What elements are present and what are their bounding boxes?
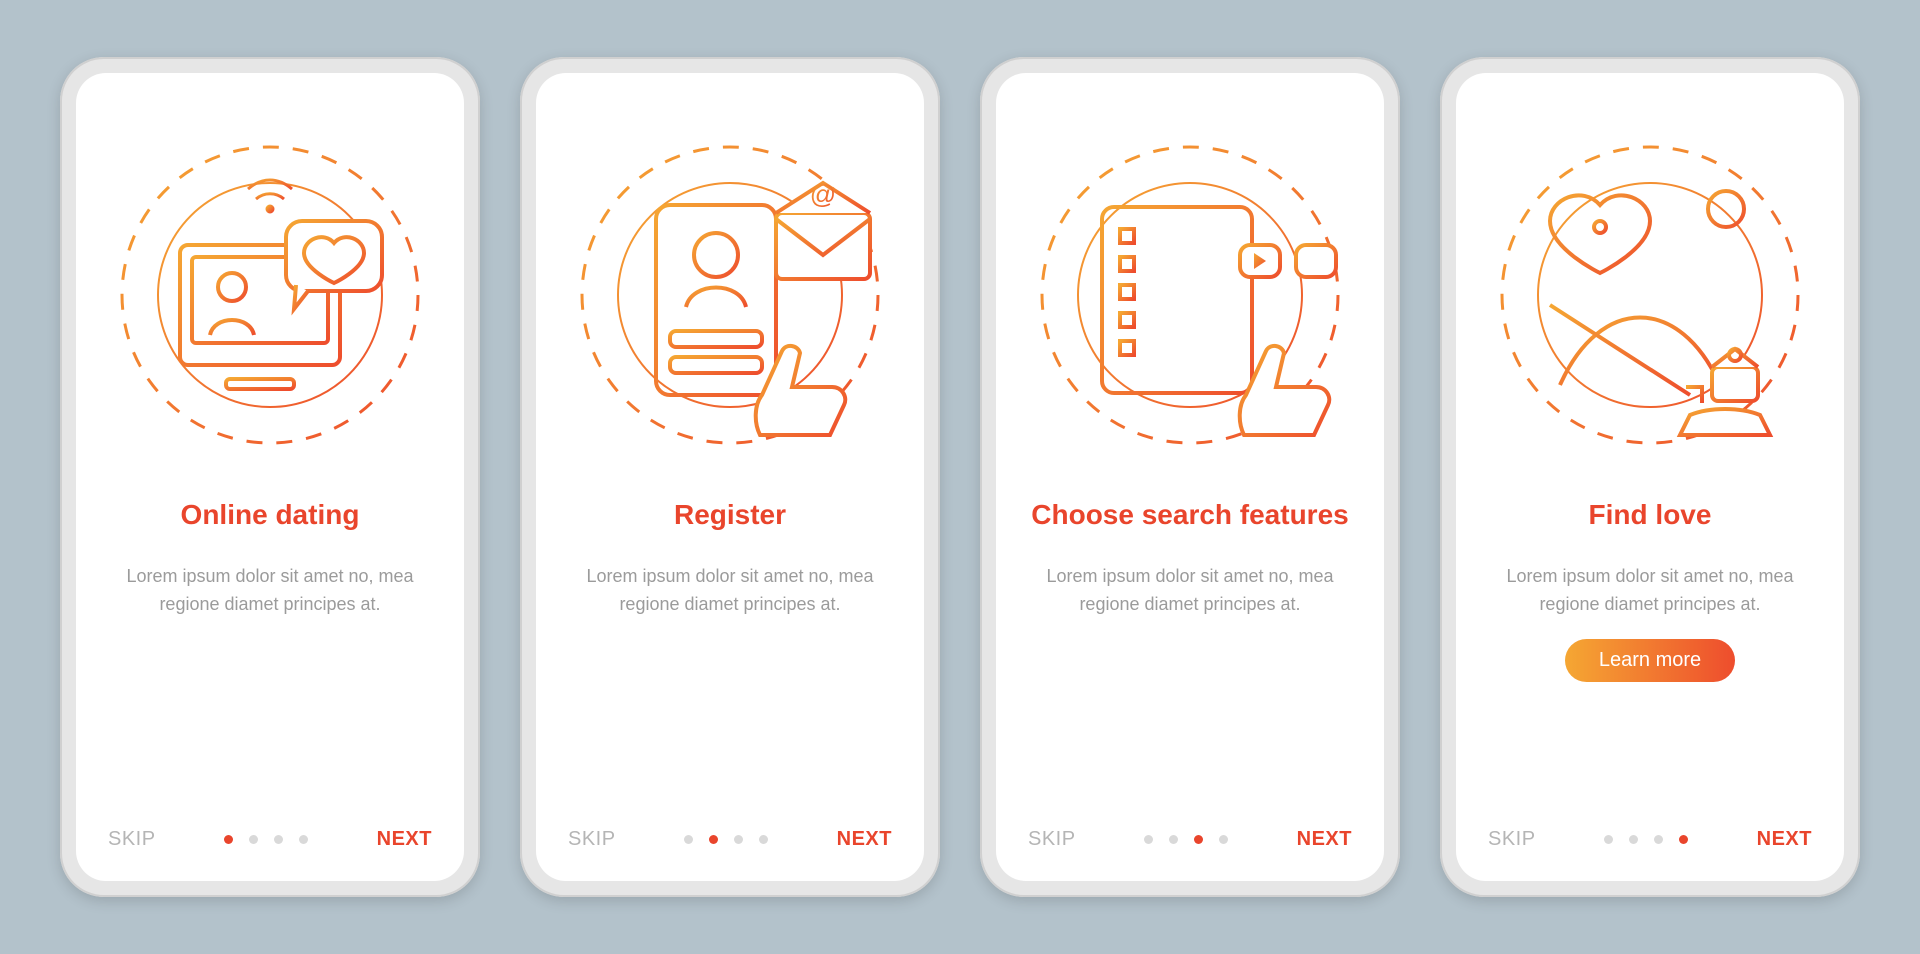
dot[interactable] bbox=[249, 835, 258, 844]
phone-frame: Choose search features Lorem ipsum dolor… bbox=[980, 57, 1400, 897]
page-dots bbox=[1144, 835, 1228, 844]
next-button[interactable]: NEXT bbox=[1757, 828, 1812, 851]
skip-button[interactable]: SKIP bbox=[108, 828, 156, 851]
skip-button[interactable]: SKIP bbox=[1488, 828, 1536, 851]
online-dating-icon bbox=[110, 135, 430, 455]
skip-button[interactable]: SKIP bbox=[1028, 828, 1076, 851]
dot[interactable] bbox=[1654, 835, 1663, 844]
skip-button[interactable]: SKIP bbox=[568, 828, 616, 851]
onboarding-screen: Online dating Lorem ipsum dolor sit amet… bbox=[76, 73, 464, 881]
dot[interactable] bbox=[1169, 835, 1178, 844]
slide-title: Find love bbox=[1589, 481, 1712, 549]
onboarding-screen: Choose search features Lorem ipsum dolor… bbox=[996, 73, 1384, 881]
svg-text:@: @ bbox=[810, 179, 836, 209]
dot[interactable] bbox=[274, 835, 283, 844]
dot[interactable] bbox=[709, 835, 718, 844]
page-dots bbox=[1604, 835, 1688, 844]
dot[interactable] bbox=[734, 835, 743, 844]
find-love-icon bbox=[1490, 135, 1810, 455]
dot[interactable] bbox=[1629, 835, 1638, 844]
next-button[interactable]: NEXT bbox=[377, 828, 432, 851]
dot[interactable] bbox=[224, 835, 233, 844]
onboarding-screen: Find love Lorem ipsum dolor sit amet no,… bbox=[1456, 73, 1844, 881]
slide-title: Choose search features bbox=[1031, 481, 1348, 549]
slide-title: Online dating bbox=[181, 481, 360, 549]
next-button[interactable]: NEXT bbox=[1297, 828, 1352, 851]
dot[interactable] bbox=[1144, 835, 1153, 844]
slide-body: Lorem ipsum dolor sit amet no, mea regio… bbox=[570, 563, 890, 619]
dot[interactable] bbox=[1219, 835, 1228, 844]
dot[interactable] bbox=[684, 835, 693, 844]
slide-body: Lorem ipsum dolor sit amet no, mea regio… bbox=[1490, 563, 1810, 619]
onboarding-stage: Online dating Lorem ipsum dolor sit amet… bbox=[60, 57, 1860, 897]
page-dots bbox=[224, 835, 308, 844]
slide-body: Lorem ipsum dolor sit amet no, mea regio… bbox=[110, 563, 430, 619]
footer-nav: SKIP NEXT bbox=[104, 828, 436, 851]
slide-body: Lorem ipsum dolor sit amet no, mea regio… bbox=[1030, 563, 1350, 619]
register-icon: @ bbox=[570, 135, 890, 455]
dot[interactable] bbox=[1679, 835, 1688, 844]
phone-frame: Find love Lorem ipsum dolor sit amet no,… bbox=[1440, 57, 1860, 897]
slide-title: Register bbox=[674, 481, 786, 549]
next-button[interactable]: NEXT bbox=[837, 828, 892, 851]
dot[interactable] bbox=[759, 835, 768, 844]
phone-frame: Online dating Lorem ipsum dolor sit amet… bbox=[60, 57, 480, 897]
footer-nav: SKIP NEXT bbox=[1484, 828, 1816, 851]
phone-frame: @ Register Lorem ipsum dolor sit amet no… bbox=[520, 57, 940, 897]
choose-search-icon bbox=[1030, 135, 1350, 455]
footer-nav: SKIP NEXT bbox=[564, 828, 896, 851]
page-dots bbox=[684, 835, 768, 844]
learn-more-button[interactable]: Learn more bbox=[1565, 639, 1735, 682]
footer-nav: SKIP NEXT bbox=[1024, 828, 1356, 851]
dot[interactable] bbox=[1604, 835, 1613, 844]
onboarding-screen: @ Register Lorem ipsum dolor sit amet no… bbox=[536, 73, 924, 881]
dot[interactable] bbox=[299, 835, 308, 844]
dot[interactable] bbox=[1194, 835, 1203, 844]
